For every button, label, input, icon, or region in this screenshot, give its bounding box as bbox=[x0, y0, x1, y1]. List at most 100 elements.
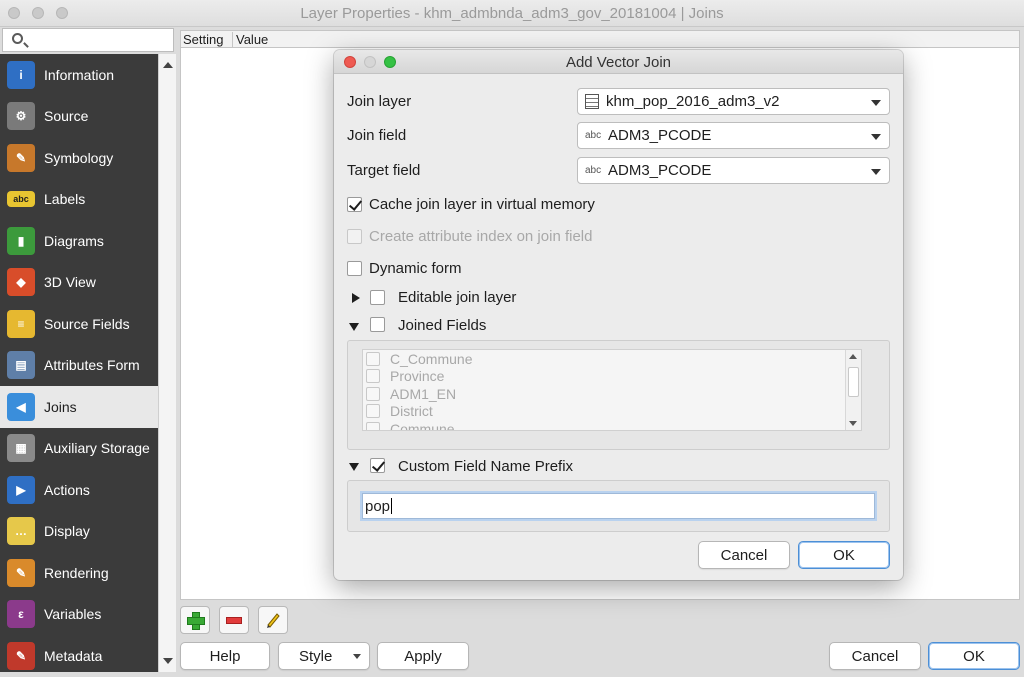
cancel-button[interactable]: Cancel bbox=[829, 642, 921, 670]
text-field-icon: abc bbox=[585, 165, 602, 176]
remove-join-button[interactable] bbox=[219, 606, 249, 634]
sidebar: i Information ⚙ Source ✎ Symbology abc Labels ▮ D… bbox=[0, 54, 176, 672]
epsilon-icon: ε bbox=[7, 600, 35, 629]
add-vector-join-dialog: Add Vector Join Join layer khm_pop_2016_… bbox=[334, 50, 903, 580]
sidebar-item-label: Labels bbox=[44, 191, 86, 208]
edit-join-button[interactable] bbox=[258, 606, 288, 634]
collapse-arrow-icon[interactable] bbox=[349, 323, 359, 331]
speech-bubble-icon: … bbox=[7, 517, 35, 546]
abc-label-icon: abc bbox=[7, 191, 35, 208]
plus-icon bbox=[187, 612, 205, 630]
joins-icon: ◀ bbox=[7, 392, 35, 421]
database-icon: ▦ bbox=[7, 434, 35, 463]
column-header-setting[interactable]: Setting bbox=[183, 32, 223, 47]
join-layer-select[interactable]: khm_pop_2016_adm3_v2 bbox=[577, 88, 890, 115]
field-checkbox[interactable] bbox=[366, 421, 380, 430]
dynamic-form-checkbox[interactable] bbox=[347, 261, 362, 276]
sidebar-item-labels[interactable]: abc Labels bbox=[0, 179, 158, 221]
target-field-label: Target field bbox=[347, 162, 421, 179]
list-item[interactable]: District bbox=[363, 403, 861, 421]
scroll-down-arrow-icon[interactable] bbox=[163, 658, 173, 664]
style-button-label: Style bbox=[299, 647, 333, 665]
editable-join-layer-label: Editable join layer bbox=[398, 289, 517, 306]
sidebar-item-auxiliary-storage[interactable]: ▦ Auxiliary Storage bbox=[0, 428, 158, 470]
sidebar-item-symbology[interactable]: ✎ Symbology bbox=[0, 137, 158, 179]
cache-join-layer-checkbox[interactable] bbox=[347, 197, 362, 212]
list-item[interactable]: C_Commune bbox=[363, 350, 861, 368]
collapse-arrow-icon[interactable] bbox=[349, 463, 359, 471]
style-button[interactable]: Style bbox=[278, 642, 370, 670]
list-item[interactable]: ADM1_EN bbox=[363, 385, 861, 403]
dynamic-form-label: Dynamic form bbox=[369, 260, 462, 277]
joined-fields-group: C_Commune Province ADM1_EN District Commune bbox=[347, 340, 890, 450]
chevron-down-icon bbox=[871, 169, 881, 175]
attributes-form-icon: ▤ bbox=[7, 351, 35, 380]
sidebar-item-label: Auxiliary Storage bbox=[44, 440, 150, 457]
prefix-input-value: pop bbox=[365, 498, 391, 515]
ok-button[interactable]: OK bbox=[928, 642, 1020, 670]
sidebar-item-rendering[interactable]: ✎ Rendering bbox=[0, 552, 158, 594]
scroll-thumb[interactable] bbox=[848, 367, 859, 397]
field-name: Province bbox=[390, 368, 445, 385]
field-checkbox[interactable] bbox=[366, 404, 380, 419]
field-name: Commune bbox=[390, 420, 455, 431]
field-checkbox[interactable] bbox=[366, 351, 380, 366]
sidebar-item-source[interactable]: ⚙ Source bbox=[0, 96, 158, 138]
list-item[interactable]: Commune bbox=[363, 420, 861, 431]
target-field-select[interactable]: abc ADM3_PCODE bbox=[577, 157, 890, 184]
sidebar-item-label: Joins bbox=[44, 398, 77, 415]
sidebar-search-input[interactable] bbox=[2, 28, 174, 52]
sidebar-scrollbar[interactable] bbox=[158, 54, 176, 672]
expand-arrow-icon[interactable] bbox=[352, 293, 360, 303]
custom-prefix-checkbox[interactable] bbox=[370, 458, 385, 473]
sidebar-item-diagrams[interactable]: ▮ Diagrams bbox=[0, 220, 158, 262]
source-tools-icon: ⚙ bbox=[7, 102, 35, 131]
sidebar-item-3d-view[interactable]: ◆ 3D View bbox=[0, 262, 158, 304]
sidebar-item-information[interactable]: i Information bbox=[0, 54, 158, 96]
pencil-icon bbox=[267, 613, 280, 628]
join-field-select[interactable]: abc ADM3_PCODE bbox=[577, 122, 890, 149]
sidebar-item-metadata[interactable]: ✎ Metadata bbox=[0, 635, 158, 677]
window-title: Layer Properties - khm_admbnda_adm3_gov_… bbox=[300, 5, 724, 22]
sidebar-item-label: Symbology bbox=[44, 149, 114, 166]
scroll-up-arrow-icon[interactable] bbox=[163, 62, 173, 68]
custom-prefix-group: pop bbox=[347, 480, 890, 532]
chevron-down-icon bbox=[353, 654, 361, 659]
scroll-up-arrow-icon[interactable] bbox=[849, 354, 857, 359]
prefix-input[interactable]: pop bbox=[362, 493, 875, 519]
field-checkbox[interactable] bbox=[366, 369, 380, 384]
joined-fields-checkbox[interactable] bbox=[370, 317, 385, 332]
join-field-label: Join field bbox=[347, 127, 407, 144]
help-button[interactable]: Help bbox=[180, 642, 270, 670]
create-index-label: Create attribute index on join field bbox=[369, 228, 593, 245]
chevron-down-icon bbox=[871, 134, 881, 140]
add-join-button[interactable] bbox=[180, 606, 210, 634]
sidebar-item-label: 3D View bbox=[44, 274, 96, 291]
sidebar-item-label: Display bbox=[44, 523, 90, 540]
sidebar-item-label: Source Fields bbox=[44, 315, 130, 332]
join-layer-value: khm_pop_2016_adm3_v2 bbox=[606, 93, 780, 110]
sidebar-item-joins[interactable]: ◀ Joins bbox=[0, 386, 158, 428]
column-header-value[interactable]: Value bbox=[232, 32, 268, 47]
fields-scrollbar[interactable] bbox=[845, 350, 861, 430]
paint-brush-icon: ✎ bbox=[7, 143, 35, 172]
joined-fields-list[interactable]: C_Commune Province ADM1_EN District Commune bbox=[362, 349, 862, 431]
editable-join-layer-checkbox[interactable] bbox=[370, 290, 385, 305]
sidebar-item-variables[interactable]: ε Variables bbox=[0, 594, 158, 636]
sidebar-item-label: Information bbox=[44, 66, 115, 83]
sidebar-item-display[interactable]: … Display bbox=[0, 511, 158, 553]
sidebar-item-source-fields[interactable]: ≡ Source Fields bbox=[0, 303, 158, 345]
table-layer-icon bbox=[585, 94, 599, 109]
dialog-cancel-button[interactable]: Cancel bbox=[698, 541, 790, 569]
dialog-title: Add Vector Join bbox=[565, 54, 672, 71]
scroll-down-arrow-icon[interactable] bbox=[849, 421, 857, 426]
dialog-ok-button[interactable]: OK bbox=[798, 541, 890, 569]
diagram-chart-icon: ▮ bbox=[7, 226, 35, 255]
sidebar-item-attributes-form[interactable]: ▤ Attributes Form bbox=[0, 345, 158, 387]
apply-button[interactable]: Apply bbox=[377, 642, 469, 670]
list-item[interactable]: Province bbox=[363, 368, 861, 386]
create-index-checkbox[interactable] bbox=[347, 229, 362, 244]
field-checkbox[interactable] bbox=[366, 386, 380, 401]
sidebar-item-label: Attributes Form bbox=[44, 357, 140, 374]
sidebar-item-actions[interactable]: ▶ Actions bbox=[0, 469, 158, 511]
